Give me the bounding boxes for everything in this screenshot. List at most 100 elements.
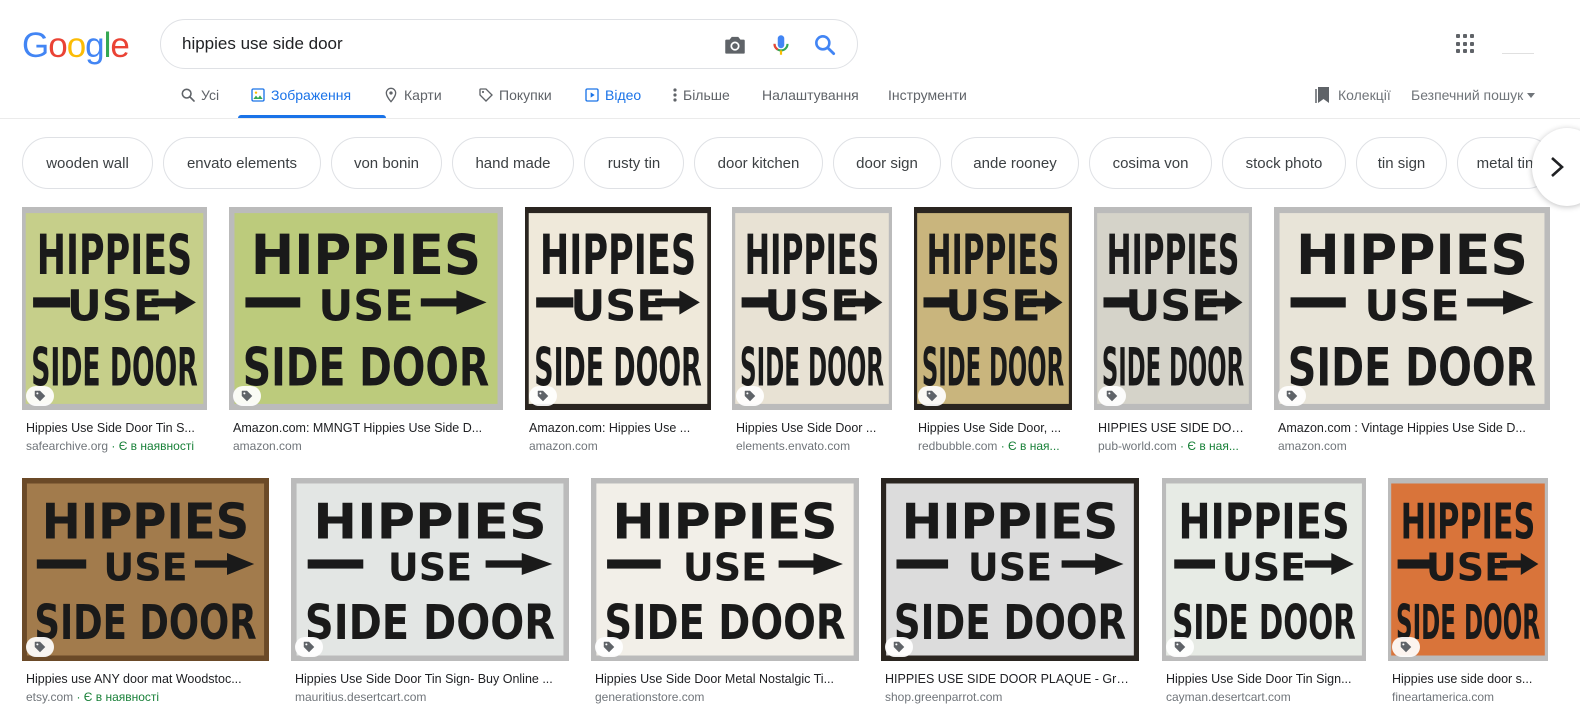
product-tag-icon — [1278, 386, 1306, 406]
apps-grid-icon[interactable] — [1456, 34, 1476, 54]
in-stock-label: · Є в наявності — [73, 690, 160, 704]
result-title[interactable]: Amazon.com : Vintage Hippies Use Side D.… — [1278, 421, 1546, 435]
svg-text:USE: USE — [764, 282, 859, 332]
result-title[interactable]: Hippies use ANY door mat Woodstoc... — [26, 672, 265, 686]
product-tag-icon — [1392, 637, 1420, 657]
tab-videos[interactable]: Відео — [584, 84, 672, 106]
svg-text:SIDE DOOR: SIDE DOOR — [894, 595, 1126, 651]
result-domain: elements.envato.com — [736, 439, 851, 453]
map-pin-icon — [385, 87, 397, 103]
account-area[interactable] — [1502, 53, 1534, 54]
result-title[interactable]: Hippies Use Side Door ... — [736, 421, 888, 435]
result-thumbnail[interactable]: HIPPIES USE SIDE DOOR — [732, 207, 892, 410]
tab-all[interactable]: Усі — [180, 84, 250, 106]
search-icon[interactable] — [812, 32, 838, 58]
tab-tools[interactable]: Інструменти — [888, 84, 988, 106]
svg-text:SIDE DOOR: SIDE DOOR — [34, 595, 256, 651]
google-logo[interactable]: Google — [22, 26, 130, 66]
result-thumbnail[interactable]: HIPPIES USE SIDE DOOR — [22, 478, 269, 661]
tab-maps[interactable]: Карти — [383, 84, 478, 106]
result-thumbnail[interactable]: HIPPIES USE SIDE DOOR — [591, 478, 859, 661]
related-chip[interactable]: envato elements — [163, 137, 321, 189]
product-tag-icon — [26, 386, 54, 406]
result-title[interactable]: HIPPIES USE SIDE DOOR PLAQUE - Gree... — [885, 672, 1135, 686]
result-thumbnail[interactable]: HIPPIES USE SIDE DOOR — [1094, 207, 1252, 410]
sign-image: HIPPIES USE SIDE DOOR — [1388, 478, 1548, 661]
related-chip[interactable]: wooden wall — [22, 137, 153, 189]
result-title[interactable]: Hippies Use Side Door Tin S... — [26, 421, 203, 435]
result-source: amazon.com — [1278, 439, 1546, 453]
image-result[interactable]: HIPPIES USE SIDE DOOR Amazon.com: Hippie… — [525, 207, 711, 456]
tab-all-label: Усі — [201, 87, 220, 103]
camera-icon[interactable] — [722, 32, 748, 58]
related-chip[interactable]: rusty tin — [584, 137, 684, 189]
result-title[interactable]: Amazon.com: MMNGT Hippies Use Side D... — [233, 421, 499, 435]
image-result[interactable]: HIPPIES USE SIDE DOOR Hippies use side d… — [1388, 478, 1548, 707]
image-result[interactable]: HIPPIES USE SIDE DOOR Hippies Use Side D… — [22, 207, 207, 456]
result-thumbnail[interactable]: HIPPIES USE SIDE DOOR — [881, 478, 1139, 661]
result-thumbnail[interactable]: HIPPIES USE SIDE DOOR — [1388, 478, 1548, 661]
image-result[interactable]: HIPPIES USE SIDE DOOR Hippies Use Side D… — [591, 478, 859, 707]
result-domain: pub-world.com — [1098, 439, 1177, 453]
image-result[interactable]: HIPPIES USE SIDE DOOR Hippies Use Side D… — [732, 207, 892, 456]
image-result[interactable]: HIPPIES USE SIDE DOOR Hippies Use Side D… — [291, 478, 569, 707]
result-title[interactable]: Amazon.com: Hippies Use ... — [529, 421, 707, 435]
image-result[interactable]: HIPPIES USE SIDE DOOR Hippies Use Side D… — [914, 207, 1072, 456]
tab-settings[interactable]: Налаштування — [762, 84, 888, 106]
product-tag-icon — [736, 386, 764, 406]
svg-text:HIPPIES: HIPPIES — [37, 223, 192, 287]
related-chip[interactable]: hand made — [452, 137, 574, 189]
image-result[interactable]: HIPPIES USE SIDE DOOR HIPPIES USE SIDE D… — [1094, 207, 1252, 456]
svg-text:SIDE DOOR: SIDE DOOR — [534, 338, 701, 399]
safesearch-dropdown[interactable]: Безпечний пошук — [1411, 87, 1536, 103]
tab-shopping[interactable]: Покупки — [478, 84, 584, 106]
result-title[interactable]: Hippies Use Side Door Metal Nostalgic Ti… — [595, 672, 855, 686]
product-tag-icon — [233, 386, 261, 406]
result-thumbnail[interactable]: HIPPIES USE SIDE DOOR — [229, 207, 503, 410]
result-domain: amazon.com — [233, 439, 302, 453]
image-result[interactable]: HIPPIES USE SIDE DOOR Amazon.com: MMNGT … — [229, 207, 503, 456]
result-domain: generationstore.com — [595, 690, 705, 704]
result-title[interactable]: Hippies use side door s... — [1392, 672, 1544, 686]
image-result[interactable]: HIPPIES USE SIDE DOOR Hippies use ANY do… — [22, 478, 269, 707]
result-thumbnail[interactable]: HIPPIES USE SIDE DOOR — [1274, 207, 1550, 410]
header-divider — [0, 118, 1580, 119]
image-result[interactable]: HIPPIES USE SIDE DOOR Hippies Use Side D… — [1162, 478, 1366, 707]
svg-text:HIPPIES: HIPPIES — [902, 493, 1119, 550]
search-input[interactable] — [182, 34, 702, 54]
result-title[interactable]: Hippies Use Side Door Tin Sign- Buy Onli… — [295, 672, 565, 686]
result-domain: fineartamerica.com — [1392, 690, 1495, 704]
result-thumbnail[interactable]: HIPPIES USE SIDE DOOR — [22, 207, 207, 410]
logo-letter: g — [85, 26, 104, 65]
related-chip[interactable]: ande rooney — [951, 137, 1079, 189]
sign-image: HIPPIES USE SIDE DOOR — [1162, 478, 1366, 661]
svg-text:USE: USE — [388, 545, 472, 589]
tab-more[interactable]: Більше — [672, 84, 762, 106]
image-result[interactable]: HIPPIES USE SIDE DOOR HIPPIES USE SIDE D… — [881, 478, 1139, 707]
product-tag-icon — [529, 386, 557, 406]
related-chip[interactable]: von bonin — [331, 137, 442, 189]
image-result[interactable]: HIPPIES USE SIDE DOOR Amazon.com : Vinta… — [1274, 207, 1550, 456]
result-title[interactable]: Hippies Use Side Door Tin Sign... — [1166, 672, 1362, 686]
svg-text:HIPPIES: HIPPIES — [745, 223, 879, 287]
related-chip[interactable]: door sign — [833, 137, 941, 189]
related-chip[interactable]: cosima von — [1089, 137, 1212, 189]
collections-link[interactable]: Колекції — [1315, 86, 1391, 104]
result-thumbnail[interactable]: HIPPIES USE SIDE DOOR — [525, 207, 711, 410]
product-tag-icon — [1098, 386, 1126, 406]
in-stock-label: · Є в ная... — [1176, 439, 1239, 453]
related-chip[interactable]: tin sign — [1356, 137, 1447, 189]
result-title[interactable]: Hippies Use Side Door, ... — [918, 421, 1068, 435]
svg-text:USE: USE — [1125, 282, 1220, 332]
result-source: cayman.desertcart.com — [1166, 690, 1362, 704]
microphone-icon[interactable] — [768, 32, 794, 58]
result-thumbnail[interactable]: HIPPIES USE SIDE DOOR — [291, 478, 569, 661]
related-chip[interactable]: stock photo — [1222, 137, 1346, 189]
logo-letter: o — [48, 26, 67, 65]
tab-images[interactable]: Зображення — [238, 84, 386, 118]
related-chip[interactable]: door kitchen — [694, 137, 823, 189]
result-title[interactable]: HIPPIES USE SIDE DOO... — [1098, 421, 1248, 435]
result-thumbnail[interactable]: HIPPIES USE SIDE DOOR — [1162, 478, 1366, 661]
result-thumbnail[interactable]: HIPPIES USE SIDE DOOR — [914, 207, 1072, 410]
svg-text:HIPPIES: HIPPIES — [313, 493, 547, 550]
